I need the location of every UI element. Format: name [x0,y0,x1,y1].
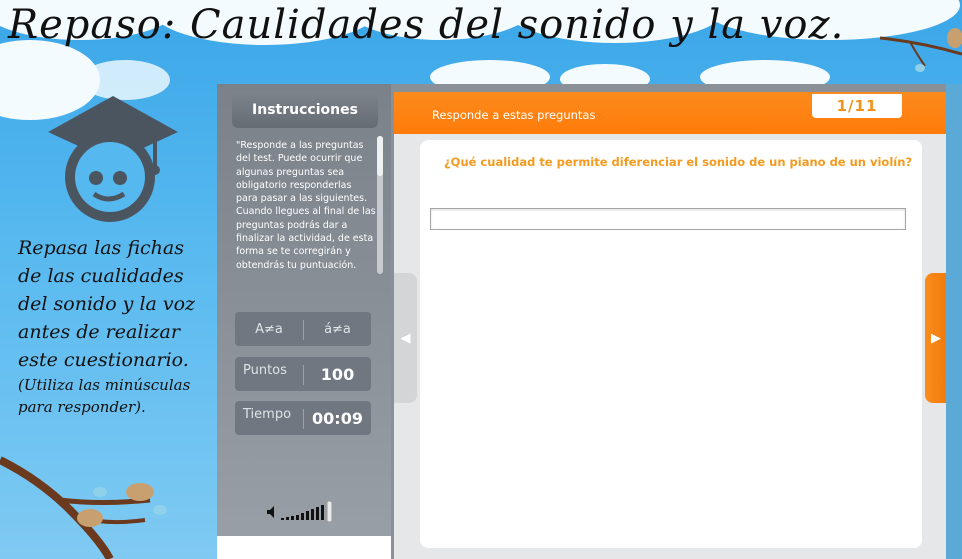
time-display: Tiempo 00:09 [235,401,371,435]
points-display: Puntos 100 [235,357,371,391]
frame-edge [946,84,962,559]
case-sensitivity-toggle[interactable]: A≠a á≠a [235,312,371,346]
instructions-text: "Responde a las preguntas del test. Pued… [236,140,376,271]
chevron-left-icon: ◀ [400,330,411,346]
instructions-scrollbar[interactable] [377,136,383,274]
question-text: ¿Qué cualidad te permite diferenciar el … [444,155,913,169]
volume-slider-icon[interactable] [267,500,342,524]
previous-question-button[interactable]: ◀ [394,273,417,403]
instructions-hint: Repasa las fichas de las cualidades del … [18,234,208,418]
graduate-mascot-icon [48,96,178,222]
time-label: Tiempo [243,407,292,422]
points-label: Puntos [243,363,287,378]
case-toggle-uppercase[interactable]: A≠a [235,312,303,346]
quiz-header-label: Responde a estas preguntas [432,108,596,122]
hint-note: (Utiliza las minúsculas para responder). [18,376,191,416]
time-value: 00:09 [312,408,363,428]
instructions-button[interactable]: Instrucciones [232,92,378,128]
branch-bird-icon [880,28,962,72]
case-toggle-accents[interactable]: á≠a [304,312,371,346]
points-value: 100 [320,364,355,384]
branch-birds-icon [0,456,167,559]
chevron-right-icon: ▶ [931,330,941,346]
next-question-button[interactable]: ▶ [925,273,947,403]
bottom-strip [217,536,391,559]
question-counter: 1/11 [812,94,902,118]
answer-input[interactable] [430,208,906,230]
scrollbar-thumb[interactable] [377,136,383,176]
hint-main: Repasa las fichas de las cualidades del … [18,237,196,371]
page-title: Repaso: Caulidades del sonido y la voz. [8,2,845,48]
question-card [420,140,922,548]
